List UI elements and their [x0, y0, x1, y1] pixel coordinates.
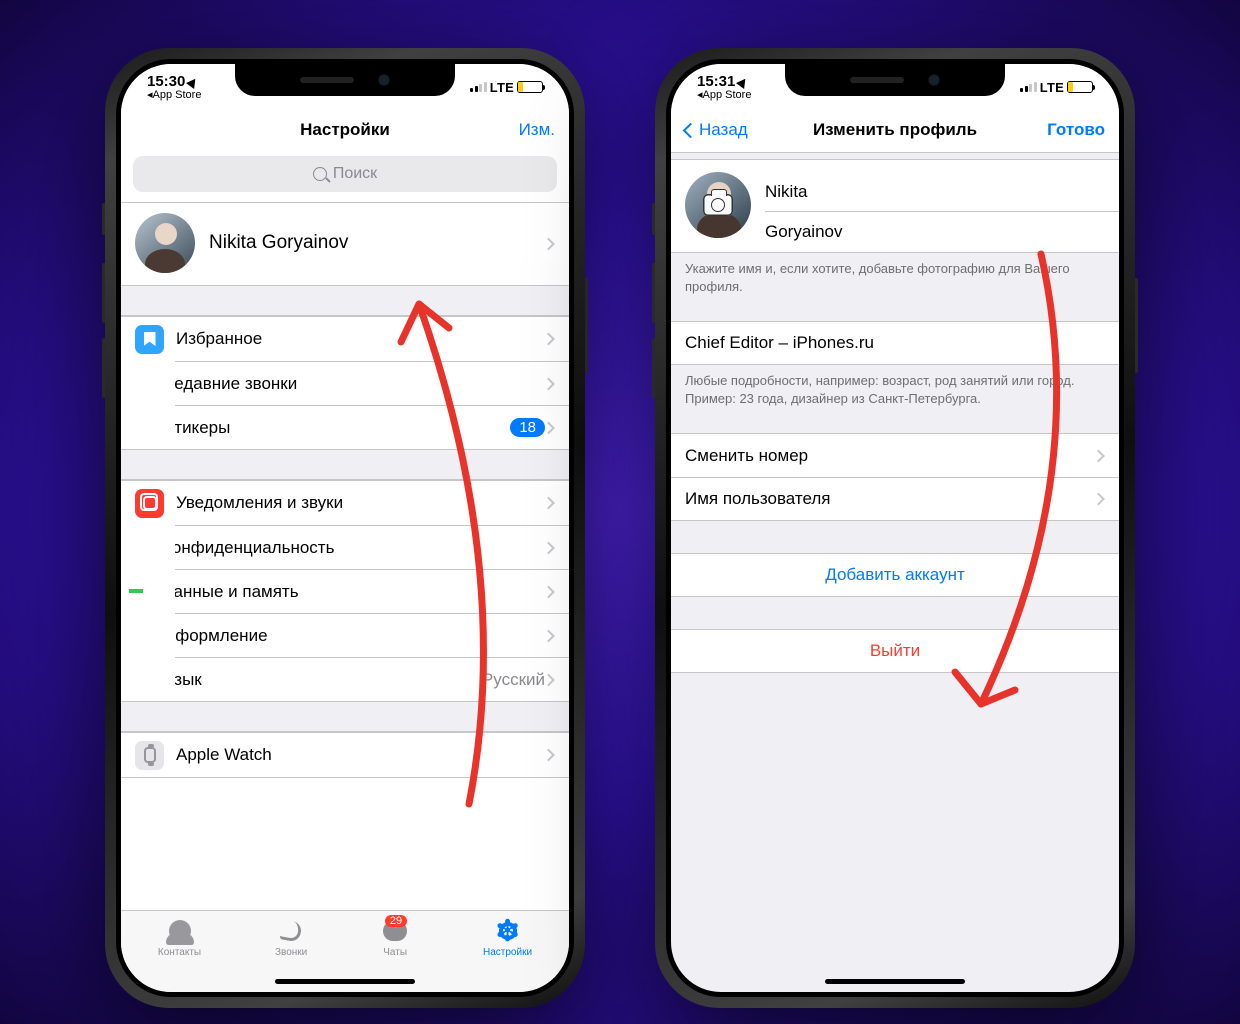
avatar-edit[interactable] [685, 172, 751, 238]
search-placeholder: Поиск [333, 165, 377, 183]
edit-profile-header: Nikita Goryainov [671, 159, 1119, 253]
status-time: 15:30 [147, 74, 185, 90]
phone-icon [280, 919, 303, 942]
notifications-icon [135, 489, 164, 518]
location-icon [186, 72, 202, 89]
edit-button[interactable]: Изм. [519, 120, 555, 140]
status-time: 15:31 [697, 74, 735, 90]
last-name-field[interactable]: Goryainov [765, 212, 1119, 252]
database-icon [121, 577, 150, 606]
network-label: LTE [1040, 80, 1064, 95]
avatar [135, 213, 195, 273]
network-label: LTE [490, 80, 514, 95]
phone-settings: 15:30 ◂ App Store LTE Настройки Изм. Пои… [105, 48, 585, 1008]
home-indicator[interactable] [275, 979, 415, 984]
cell-stickers[interactable]: Стикеры 18 [175, 405, 569, 449]
cell-privacy[interactable]: Конфиденциальность [175, 525, 569, 569]
chevron-right-icon [542, 238, 555, 251]
bio-field[interactable]: Chief Editor – iPhones.ru [671, 321, 1119, 365]
moon-icon [121, 413, 150, 442]
watch-icon [135, 741, 164, 770]
done-button[interactable]: Готово [1047, 120, 1105, 140]
cell-appearance[interactable]: Оформление [175, 613, 569, 657]
signal-icon [1020, 82, 1037, 92]
tab-bar: Контакты Звонки 29 Чаты Настройки [121, 910, 569, 992]
battery-icon [1067, 81, 1093, 93]
first-name-field[interactable]: Nikita [765, 172, 1119, 212]
contacts-icon [169, 920, 191, 942]
cell-change-number[interactable]: Сменить номер [671, 433, 1119, 477]
cell-apple-watch[interactable]: Apple Watch [121, 733, 569, 777]
cell-recent-calls[interactable]: Недавние звонки [175, 361, 569, 405]
cell-data-storage[interactable]: Данные и память [175, 569, 569, 613]
nav-title: Настройки [121, 120, 569, 140]
language-value: Русский [482, 670, 545, 690]
chevron-back-icon [683, 122, 699, 138]
back-to-app[interactable]: ◂ App Store [147, 90, 201, 102]
globe-icon [121, 665, 150, 694]
bookmark-icon [135, 325, 164, 354]
tab-contacts[interactable]: Контакты [158, 917, 201, 992]
chats-badge: 29 [385, 915, 407, 927]
lock-icon [121, 533, 150, 562]
profile-row[interactable]: Nikita Goryainov [121, 202, 569, 286]
back-button[interactable]: Назад [685, 120, 748, 140]
signal-icon [470, 82, 487, 92]
add-account-button[interactable]: Добавить аккаунт [671, 553, 1119, 597]
stickers-badge: 18 [510, 418, 545, 437]
phone-icon [121, 369, 150, 398]
search-icon [313, 167, 327, 181]
gear-icon [496, 919, 520, 943]
profile-name: Nikita Goryainov [209, 232, 348, 254]
cell-notifications[interactable]: Уведомления и звуки [121, 481, 569, 525]
name-footer: Укажите имя и, если хотите, добавьте фот… [671, 253, 1119, 299]
nav-bar: Назад Изменить профиль Готово [671, 108, 1119, 152]
bio-footer: Любые подробности, например: возраст, ро… [671, 365, 1119, 411]
location-icon [736, 72, 752, 89]
battery-icon [517, 81, 543, 93]
cell-favorites[interactable]: Избранное [121, 317, 569, 361]
tab-settings[interactable]: Настройки [483, 917, 532, 992]
search-input[interactable]: Поиск [133, 156, 557, 192]
cell-username[interactable]: Имя пользователя [671, 477, 1119, 521]
camera-icon [703, 194, 733, 216]
nav-bar: Настройки Изм. [121, 108, 569, 152]
brush-icon [121, 621, 150, 650]
cell-language[interactable]: Язык Русский [175, 657, 569, 701]
logout-button[interactable]: Выйти [671, 629, 1119, 673]
phone-edit-profile: 15:31 ◂ App Store LTE Назад Изменить про… [655, 48, 1135, 1008]
home-indicator[interactable] [825, 979, 965, 984]
back-to-app[interactable]: ◂ App Store [697, 90, 751, 102]
